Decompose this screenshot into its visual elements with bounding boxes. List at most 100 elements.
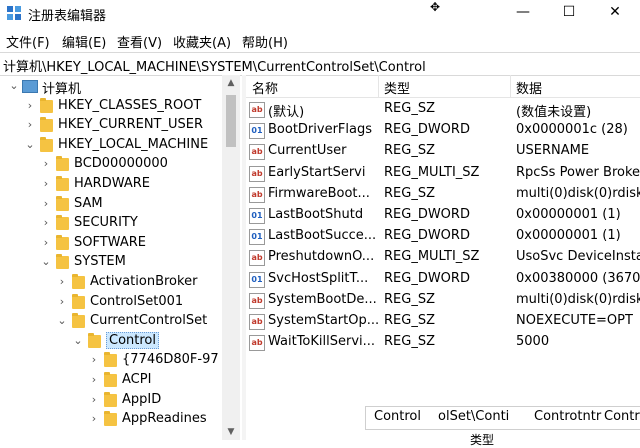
chevron-right-icon[interactable]: ›	[40, 216, 52, 229]
scroll-up-icon[interactable]: ▲	[222, 75, 240, 91]
maximize-button[interactable]: ☐	[546, 0, 592, 26]
value-data: 0x00000001 (1)	[516, 207, 621, 222]
address-bar[interactable]: 计算机\HKEY_LOCAL_MACHINE\SYSTEM\CurrentCon…	[0, 52, 640, 76]
tree-node-label: AppID	[122, 391, 162, 407]
chevron-down-icon[interactable]: ⌄	[24, 138, 36, 151]
folder-icon	[72, 313, 85, 329]
menu-view[interactable]: 查看(V)	[117, 32, 162, 51]
table-row[interactable]: 01 LastBootShutd REG_DWORD 0x00000001 (1)	[246, 205, 640, 226]
string-value-icon: ab	[249, 165, 265, 182]
string-value-icon: ab	[249, 250, 265, 267]
chevron-right-icon[interactable]: ›	[24, 99, 36, 112]
tree-pane[interactable]: ⌄ 计算机 › HKEY_CLASSES_ROOT › HKEY_CURRENT_USER…	[0, 75, 240, 440]
folder-icon	[40, 97, 53, 113]
chevron-right-icon[interactable]: ›	[40, 177, 52, 190]
menu-edit[interactable]: 编辑(E)	[62, 32, 106, 51]
string-value-icon: ab	[249, 335, 265, 352]
table-row[interactable]: ab SystemStartOp... REG_SZ NOEXECUTE=OPT	[246, 311, 640, 332]
table-row[interactable]: ab WaitToKillServi... REG_SZ 5000	[246, 332, 640, 353]
list-header: 名称 类型 数据	[246, 75, 640, 98]
table-row[interactable]: ab EarlyStartServi REG_MULTI_SZ RpcSs Power…	[246, 163, 640, 184]
chevron-down-icon[interactable]: ⌄	[8, 79, 20, 92]
value-data: UsoSvc DeviceInsta	[516, 249, 640, 265]
tree-node-label: HARDWARE	[74, 176, 150, 191]
address-path[interactable]: 计算机\HKEY_LOCAL_MACHINE\SYSTEM\CurrentCon…	[3, 56, 426, 75]
value-data: multi(0)disk(0)rdisk	[516, 185, 640, 201]
value-name: PreshutdownO...	[268, 249, 375, 265]
chevron-right-icon[interactable]: ›	[88, 412, 100, 425]
table-row[interactable]: ab (默认) REG_SZ (数值未设置)	[246, 99, 640, 120]
column-divider[interactable]	[510, 75, 511, 97]
window-title: 注册表编辑器	[28, 9, 107, 24]
value-name: (默认)	[268, 105, 305, 120]
chevron-right-icon[interactable]: ›	[40, 197, 52, 210]
folder-icon	[40, 136, 53, 152]
title-bar: 注册表编辑器 ✥ — ☐ ✕	[0, 0, 640, 26]
folder-icon	[56, 254, 69, 270]
column-header-data[interactable]: 数据	[516, 78, 542, 97]
chevron-down-icon[interactable]: ⌄	[40, 255, 52, 268]
value-name: WaitToKillServi...	[268, 334, 376, 350]
binary-value-icon: 01	[249, 208, 265, 224]
close-button[interactable]: ✕	[592, 0, 638, 26]
folder-icon	[56, 195, 69, 211]
chevron-right-icon[interactable]: ›	[88, 393, 100, 406]
column-divider[interactable]	[378, 75, 379, 97]
table-row[interactable]: ab CurrentUser REG_SZ USERNAME	[246, 141, 640, 162]
menu-favorites[interactable]: 收藏夹(A)	[173, 32, 231, 51]
chevron-right-icon[interactable]: ›	[88, 353, 100, 366]
chevron-down-icon[interactable]: ⌄	[72, 334, 84, 347]
column-header-name[interactable]: 名称	[252, 78, 278, 97]
computer-icon	[22, 80, 38, 93]
chevron-right-icon[interactable]: ›	[40, 157, 52, 170]
value-name: CurrentUser	[268, 143, 347, 159]
overlay-address-fragment: Control olSet\Conti Controtntr Contr	[365, 406, 640, 430]
table-row[interactable]: ab SystemBootDe... REG_SZ multi(0)disk(0)rd…	[246, 290, 640, 311]
value-data: (数值未设置)	[516, 105, 592, 120]
move-cursor-icon: ✥	[430, 0, 441, 14]
chevron-right-icon[interactable]: ›	[40, 236, 52, 249]
menu-help[interactable]: 帮助(H)	[242, 32, 288, 51]
chevron-right-icon[interactable]: ›	[56, 295, 68, 308]
value-name: LastBootSucce...	[268, 228, 377, 244]
chevron-right-icon[interactable]: ›	[88, 373, 100, 386]
values-pane[interactable]: 名称 类型 数据 ab (默认) REG_SZ (数值未设置) 01 BootDriver…	[246, 75, 640, 440]
folder-icon	[72, 293, 85, 309]
chevron-right-icon[interactable]: ›	[56, 275, 68, 288]
folder-icon	[56, 215, 69, 231]
value-data: 0x0000001c (28)	[516, 122, 628, 138]
folder-icon	[104, 372, 117, 387]
minimize-button[interactable]: —	[500, 0, 546, 26]
value-type: REG_SZ	[384, 143, 435, 159]
scroll-down-icon[interactable]: ▼	[222, 424, 240, 440]
menu-file[interactable]: 文件(F)	[6, 32, 50, 51]
tree-node-label: HKEY_CLASSES_ROOT	[58, 97, 202, 113]
table-row[interactable]: ab PreshutdownO... REG_MULTI_SZ UsoSvc Devi…	[246, 247, 640, 268]
value-data: 5000	[516, 334, 550, 350]
maximize-icon: ☐	[562, 4, 576, 20]
table-row[interactable]: 01 LastBootSucce... REG_DWORD 0x00000001 (1…	[246, 226, 640, 247]
value-type: REG_DWORD	[384, 270, 470, 286]
value-data: RpcSs Power Broke	[516, 164, 640, 180]
table-row[interactable]: 01 BootDriverFlags REG_DWORD 0x0000001c (28…	[246, 120, 640, 141]
overlay-text: olSet\Conti	[438, 409, 510, 424]
column-header-type[interactable]: 类型	[384, 78, 410, 97]
folder-icon	[56, 176, 69, 191]
tree-node-label: SECURITY	[74, 215, 138, 231]
tree-node-label: HKEY_CURRENT_USER	[58, 117, 204, 133]
folder-icon	[56, 156, 69, 172]
value-name: SystemBootDe...	[268, 291, 377, 307]
tree-scrollbar[interactable]: ▲ ▼	[222, 75, 240, 440]
scroll-thumb[interactable]	[226, 95, 236, 147]
chevron-down-icon[interactable]: ⌄	[56, 314, 68, 327]
table-row[interactable]: ab FirmwareBoot... REG_SZ multi(0)disk(0)rd…	[246, 184, 640, 205]
binary-value-icon: 01	[249, 123, 265, 140]
overlay-text: Controtntr	[534, 409, 602, 424]
value-type: REG_SZ	[384, 313, 435, 328]
chevron-right-icon[interactable]: ›	[24, 118, 36, 131]
value-name: BootDriverFlags	[268, 122, 373, 138]
value-data: NOEXECUTE=OPT	[516, 313, 633, 328]
value-name: SvcHostSplitT...	[268, 270, 369, 286]
table-row[interactable]: 01 SvcHostSplitT... REG_DWORD 0x00380000 (3…	[246, 269, 640, 290]
value-data: USERNAME	[516, 143, 590, 159]
